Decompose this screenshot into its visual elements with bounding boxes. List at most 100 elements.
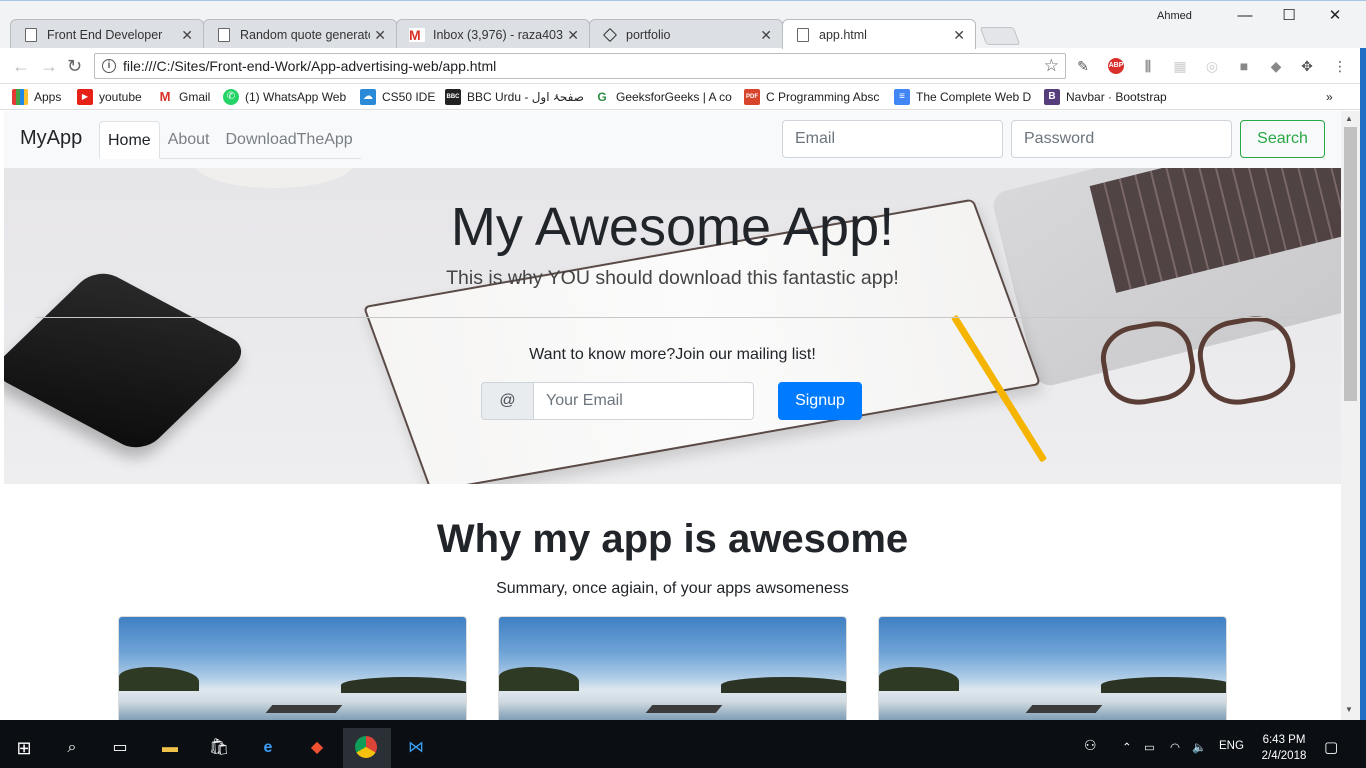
nav-about[interactable]: About bbox=[160, 121, 218, 159]
bookmark-label: Navbar · Bootstrap bbox=[1066, 90, 1167, 104]
close-icon[interactable]: ✕ bbox=[953, 20, 965, 49]
extension-bars-icon[interactable]: ⫼ bbox=[1140, 58, 1156, 74]
browser-tab-active[interactable]: app.html ✕ bbox=[782, 19, 976, 49]
store-icon[interactable]: 🛍 bbox=[207, 736, 231, 760]
forward-icon[interactable]: → bbox=[40, 56, 58, 76]
nav-tabs: Home About DownloadTheApp bbox=[99, 121, 361, 159]
gmail-icon: M bbox=[409, 28, 425, 42]
window-border bbox=[1360, 48, 1366, 720]
navbar: MyApp Home About DownloadTheApp Search bbox=[4, 111, 1341, 168]
info-icon[interactable]: i bbox=[102, 59, 116, 73]
bookmark-apps[interactable]: Apps bbox=[12, 88, 61, 106]
features-title: Why my app is awesome bbox=[436, 517, 909, 561]
url-text: file:///C:/Sites/Front-end-Work/App-adve… bbox=[123, 58, 497, 74]
scroll-down-icon[interactable]: ▼ bbox=[1345, 705, 1353, 714]
bookmark-star-icon[interactable]: ☆ bbox=[1044, 54, 1059, 78]
bookmark-whatsapp[interactable]: ✆ (1) WhatsApp Web bbox=[223, 88, 346, 106]
bookmarks-overflow-button[interactable]: » bbox=[1304, 88, 1333, 106]
file-explorer-icon[interactable]: ▬ bbox=[158, 736, 182, 760]
pdf-icon: PDF bbox=[744, 89, 760, 105]
system-clock[interactable]: 6:43 PM 2/4/2018 bbox=[1256, 732, 1312, 764]
browser-tab[interactable]: M Inbox (3,976) - raza403@ ✕ bbox=[396, 19, 590, 49]
search-icon[interactable]: ⌕ bbox=[60, 736, 84, 760]
gmail-icon: M bbox=[159, 89, 171, 104]
chevron-up-icon[interactable]: ⌃ bbox=[1122, 740, 1132, 754]
feature-card bbox=[118, 616, 467, 720]
bootstrap-icon: B bbox=[1044, 89, 1060, 105]
bookmark-label: C Programming Absc bbox=[766, 90, 880, 104]
bookmark-label: Apps bbox=[34, 90, 62, 104]
extension-square-icon[interactable]: ■ bbox=[1236, 58, 1252, 74]
clock-time: 6:43 PM bbox=[1262, 734, 1306, 746]
tab-title: portfolio bbox=[626, 28, 671, 42]
bookmark-bootstrap[interactable]: B Navbar · Bootstrap bbox=[1044, 88, 1167, 106]
close-window-icon[interactable]: ✕ bbox=[1312, 5, 1358, 27]
profile-name[interactable]: Ahmed bbox=[1157, 10, 1192, 22]
mailing-list-text: Want to know more?Join our mailing list! bbox=[529, 346, 816, 363]
close-icon[interactable]: ✕ bbox=[760, 20, 772, 49]
bookmark-cs50[interactable]: ☁ CS50 IDE bbox=[360, 88, 435, 106]
bookmark-label: BBC Urdu - صفحۂ اول bbox=[467, 90, 584, 104]
extension-cube-icon[interactable]: ◆ bbox=[1268, 58, 1284, 74]
bookmark-youtube[interactable]: ▶ youtube bbox=[77, 88, 142, 106]
maximize-icon[interactable]: ☐ bbox=[1266, 5, 1312, 27]
apps-grid-icon bbox=[12, 89, 28, 105]
features-subtitle: Summary, once agiain, of your apps awsom… bbox=[496, 580, 849, 597]
git-icon[interactable]: ◆ bbox=[305, 736, 329, 760]
battery-icon[interactable]: ▭ bbox=[1144, 740, 1155, 754]
signup-email-input[interactable] bbox=[533, 382, 754, 420]
close-icon[interactable]: ✕ bbox=[374, 20, 386, 49]
nav-home[interactable]: Home bbox=[99, 121, 160, 159]
docs-icon: ≡ bbox=[894, 89, 910, 105]
close-icon[interactable]: ✕ bbox=[567, 20, 579, 49]
vscode-icon[interactable]: ⋈ bbox=[404, 736, 428, 760]
wifi-icon[interactable]: ◠ bbox=[1170, 740, 1180, 754]
codepen-icon bbox=[602, 27, 618, 43]
new-tab-button[interactable] bbox=[979, 27, 1021, 45]
signup-button[interactable]: Signup bbox=[778, 382, 862, 420]
search-button[interactable]: Search bbox=[1240, 120, 1325, 158]
language-indicator[interactable]: ENG bbox=[1219, 740, 1244, 752]
volume-icon[interactable]: 🔈 bbox=[1192, 740, 1206, 754]
bookmark-web-developer[interactable]: ≡ The Complete Web D bbox=[894, 88, 1031, 106]
windows-start-icon[interactable]: ⊞ bbox=[12, 736, 36, 760]
move-icon[interactable]: ✥ bbox=[1299, 58, 1315, 74]
extension-grid-icon[interactable]: ▦ bbox=[1172, 58, 1188, 74]
bookmark-bbc-urdu[interactable]: BBC BBC Urdu - صفحۂ اول bbox=[445, 88, 584, 106]
youtube-icon: ▶ bbox=[77, 89, 93, 105]
address-bar[interactable]: i file:///C:/Sites/Front-end-Work/App-ad… bbox=[94, 53, 1066, 79]
people-icon[interactable]: ⚇ bbox=[1084, 737, 1097, 754]
page-icon bbox=[25, 28, 37, 42]
bookmark-gmail[interactable]: M Gmail bbox=[157, 88, 211, 106]
minimize-icon[interactable]: — bbox=[1222, 5, 1268, 27]
notifications-icon[interactable]: ▢ bbox=[1324, 738, 1338, 756]
bookmark-c-programming[interactable]: PDF C Programming Absc bbox=[744, 88, 879, 106]
reload-icon[interactable]: ↻ bbox=[67, 56, 82, 76]
task-view-icon[interactable]: ▭ bbox=[108, 736, 132, 760]
bookmark-geeksforgeeks[interactable]: G GeeksforGeeks | A co bbox=[594, 88, 732, 106]
back-icon[interactable]: ← bbox=[12, 56, 30, 76]
bbc-icon: BBC bbox=[445, 89, 461, 105]
eyedropper-icon[interactable]: ✎ bbox=[1075, 58, 1091, 74]
password-field[interactable] bbox=[1011, 120, 1232, 158]
adblock-icon[interactable]: ABP bbox=[1108, 58, 1124, 74]
chrome-taskbar-button[interactable] bbox=[343, 728, 391, 768]
extension-circle-icon[interactable]: ◎ bbox=[1204, 58, 1220, 74]
navbar-brand[interactable]: MyApp bbox=[20, 127, 82, 150]
tab-strip: Front End Developer ✕ Random quote gener… bbox=[10, 19, 1021, 49]
browser-tab[interactable]: Random quote generator ✕ bbox=[203, 19, 397, 49]
page-viewport: MyApp Home About DownloadTheApp Search M… bbox=[4, 111, 1341, 720]
menu-dots-icon[interactable]: ⋮ bbox=[1332, 58, 1348, 74]
edge-icon[interactable]: e bbox=[256, 736, 280, 760]
scrollbar-thumb[interactable] bbox=[1344, 127, 1357, 401]
browser-tab[interactable]: Front End Developer ✕ bbox=[10, 19, 204, 49]
bookmark-label: CS50 IDE bbox=[382, 90, 436, 104]
feature-card bbox=[878, 616, 1227, 720]
email-field[interactable] bbox=[782, 120, 1003, 158]
browser-tab[interactable]: portfolio ✕ bbox=[589, 19, 783, 49]
signup-input-group: @ bbox=[481, 382, 754, 420]
page-scrollbar[interactable]: ▲ ▼ bbox=[1341, 111, 1360, 720]
scroll-up-icon[interactable]: ▲ bbox=[1345, 114, 1353, 123]
nav-download[interactable]: DownloadTheApp bbox=[218, 121, 361, 159]
close-icon[interactable]: ✕ bbox=[181, 20, 193, 49]
